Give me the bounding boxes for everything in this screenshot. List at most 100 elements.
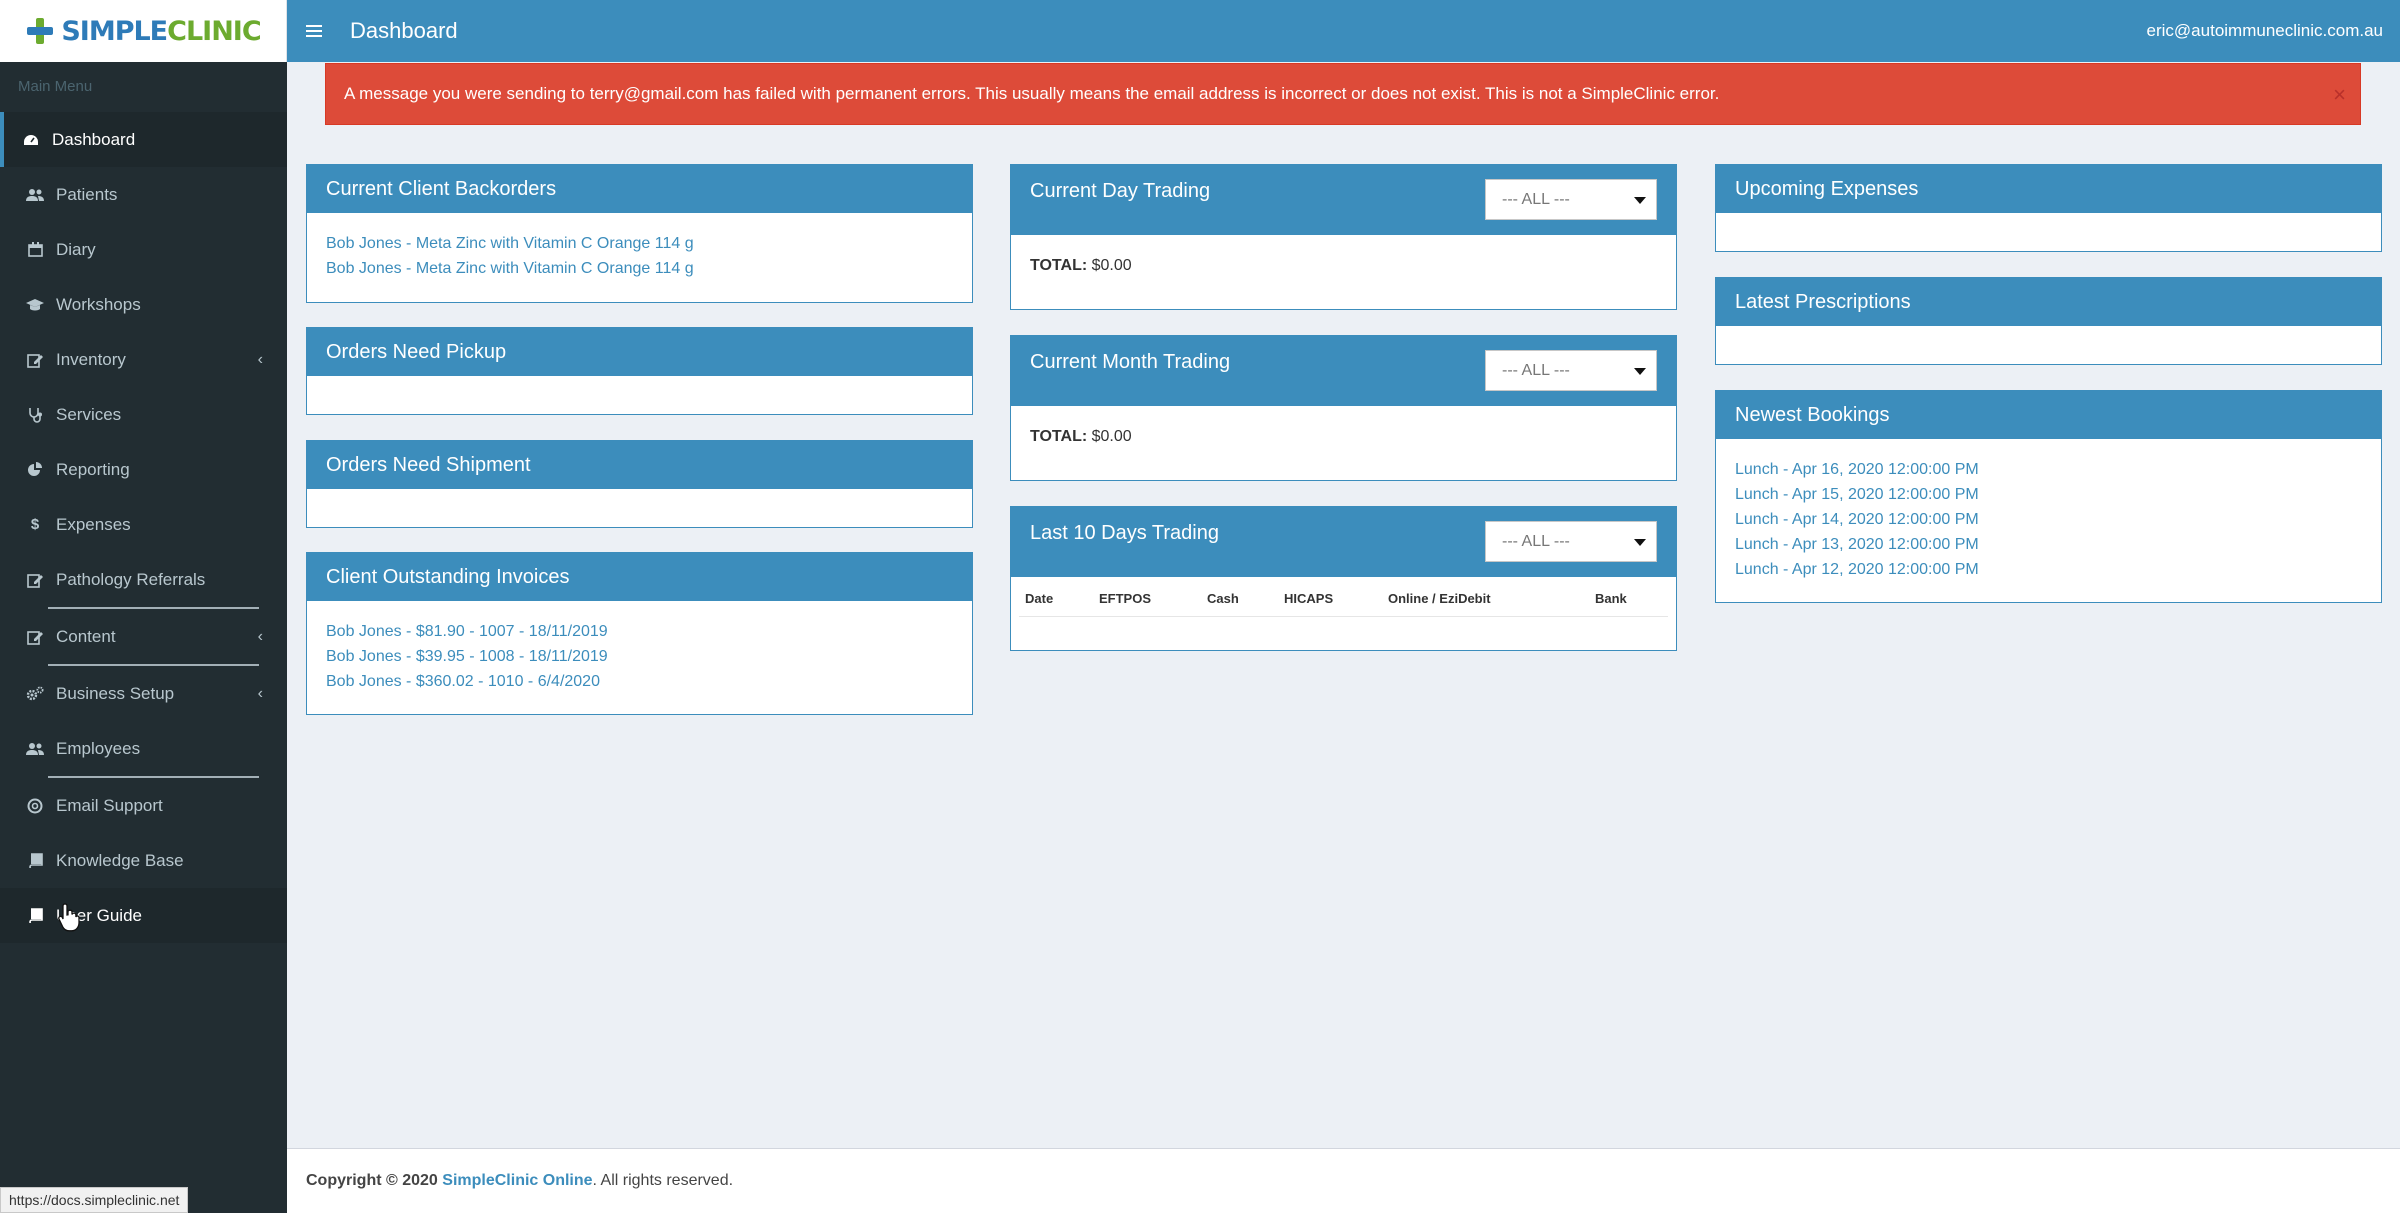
booking-link[interactable]: Lunch - Apr 15, 2020 12:00:00 PM: [1735, 482, 2362, 507]
column-header-date[interactable]: Date: [1019, 581, 1093, 617]
sidebar-item-diary[interactable]: Diary: [0, 222, 287, 277]
sidebar-item-inventory[interactable]: Inventory ‹: [0, 332, 287, 387]
sidebar-item-workshops[interactable]: Workshops: [0, 277, 287, 332]
hand-cursor-icon: [58, 903, 80, 932]
panel-current-month-trading: Current Month Trading --- ALL --- TOTAL:…: [1010, 335, 1677, 481]
calendar-icon: [26, 242, 44, 258]
table-header-row: Date EFTPOS Cash HICAPS Online / EziDebi…: [1019, 581, 1668, 617]
chevron-left-icon: ‹: [257, 627, 263, 645]
panel-outstanding-invoices: Client Outstanding Invoices Bob Jones - …: [306, 552, 973, 715]
column-header-eftpos[interactable]: EFTPOS: [1093, 581, 1201, 617]
close-icon[interactable]: ×: [2333, 82, 2346, 108]
panel-title: Orders Need Pickup: [326, 340, 507, 363]
footer-rights: . All rights reserved.: [592, 1172, 734, 1189]
footer-copyright: Copyright © 2020: [306, 1172, 438, 1189]
panel-orders-need-shipment: Orders Need Shipment: [306, 440, 973, 528]
sidebar-item-label: Pathology Referrals: [56, 569, 206, 589]
app-logo[interactable]: SIMPLECLINIC: [0, 0, 287, 62]
users-icon: [26, 741, 44, 757]
sidebar-item-label: Business Setup: [56, 683, 175, 703]
panel-title: Orders Need Shipment: [326, 453, 531, 476]
status-bar-url: https://docs.simpleclinic.net: [0, 1187, 189, 1213]
page-footer: Copyright © 2020 SimpleClinic Online. Al…: [287, 1148, 2400, 1213]
sidebar-item-employees[interactable]: Employees: [0, 721, 287, 776]
sidebar-item-reporting[interactable]: Reporting: [0, 442, 287, 497]
sidebar-item-label: Workshops: [56, 294, 141, 314]
invoice-link[interactable]: Bob Jones - $81.90 - 1007 - 18/11/2019: [326, 619, 953, 644]
total-value: $0.00: [1091, 257, 1132, 274]
lifebuoy-icon: [26, 798, 44, 814]
panel-body: Date EFTPOS Cash HICAPS Online / EziDebi…: [1011, 577, 1676, 621]
backorder-link[interactable]: Bob Jones - Meta Zinc with Vitamin C Ora…: [326, 256, 953, 281]
sidebar-item-dashboard[interactable]: Dashboard: [0, 112, 287, 167]
booking-link[interactable]: Lunch - Apr 12, 2020 12:00:00 PM: [1735, 557, 2362, 582]
booking-link[interactable]: Lunch - Apr 16, 2020 12:00:00 PM: [1735, 457, 2362, 482]
sidebar-item-services[interactable]: Services: [0, 387, 287, 442]
page-title: Dashboard: [350, 18, 458, 43]
caret-down-icon: [1634, 197, 1646, 204]
column-header-hicaps[interactable]: HICAPS: [1278, 581, 1382, 617]
alert-message: A message you were sending to terry@gmai…: [344, 84, 1720, 103]
sidebar-item-label: Patients: [56, 184, 118, 204]
panel-header: Newest Bookings: [1716, 391, 2381, 439]
panel-last-10-days-trading: Last 10 Days Trading --- ALL --- Date EF…: [1010, 506, 1677, 651]
panel-body: TOTAL: $0.00: [1011, 406, 1676, 466]
sidebar-item-knowledge-base[interactable]: Knowledge Base: [0, 833, 287, 888]
panel-title: Current Day Trading: [1030, 180, 1211, 202]
sidebar-item-expenses[interactable]: $ Expenses: [0, 497, 287, 552]
edit-icon: [26, 629, 44, 645]
booking-link[interactable]: Lunch - Apr 14, 2020 12:00:00 PM: [1735, 507, 2362, 532]
logo-cross-icon: [25, 16, 55, 46]
sidebar-item-label: Expenses: [56, 514, 131, 534]
panel-client-backorders: Current Client Backorders Bob Jones - Me…: [306, 164, 973, 303]
total-label: TOTAL:: [1030, 257, 1088, 274]
panel-header: Current Client Backorders: [307, 165, 972, 213]
sidebar-item-email-support[interactable]: Email Support: [0, 778, 287, 833]
footer-brand-link[interactable]: SimpleClinic Online: [442, 1172, 592, 1190]
panel-title: Current Month Trading: [1030, 351, 1231, 373]
sidebar-item-label: Content: [56, 626, 116, 646]
total-label: TOTAL:: [1030, 428, 1088, 445]
logo-text-clinic: CLINIC: [167, 15, 262, 47]
invoice-link[interactable]: Bob Jones - $360.02 - 1010 - 6/4/2020: [326, 669, 953, 694]
select-value: --- ALL ---: [1502, 361, 1570, 379]
column-header-cash[interactable]: Cash: [1201, 581, 1278, 617]
sidebar-item-content[interactable]: Content ‹: [0, 609, 287, 664]
sidebar-item-label: Reporting: [56, 459, 130, 479]
panel-latest-prescriptions: Latest Prescriptions: [1715, 277, 2382, 365]
caret-down-icon: [1634, 539, 1646, 546]
sidebar-item-label: Inventory: [56, 349, 126, 369]
store-filter-select[interactable]: --- ALL ---: [1485, 521, 1657, 562]
panel-title: Current Client Backorders: [326, 177, 557, 200]
hamburger-menu-icon[interactable]: [306, 22, 322, 40]
top-navbar: Dashboard eric@autoimmuneclinic.com.au: [287, 0, 2400, 62]
panel-upcoming-expenses: Upcoming Expenses: [1715, 164, 2382, 252]
cogs-icon: [26, 686, 44, 702]
column-header-bank[interactable]: Bank: [1589, 581, 1668, 617]
sidebar-item-label: Email Support: [56, 795, 163, 815]
column-header-online[interactable]: Online / EziDebit: [1382, 581, 1589, 617]
user-account-menu[interactable]: eric@autoimmuneclinic.com.au: [2147, 21, 2383, 41]
invoice-link[interactable]: Bob Jones - $39.95 - 1008 - 18/11/2019: [326, 644, 953, 669]
select-value: --- ALL ---: [1502, 532, 1570, 550]
store-filter-select[interactable]: --- ALL ---: [1485, 179, 1657, 220]
panel-header: Orders Need Pickup: [307, 328, 972, 376]
caret-down-icon: [1634, 368, 1646, 375]
panel-current-day-trading: Current Day Trading --- ALL --- TOTAL: $…: [1010, 164, 1677, 310]
sidebar-item-business-setup[interactable]: Business Setup ‹: [0, 666, 287, 721]
booking-link[interactable]: Lunch - Apr 13, 2020 12:00:00 PM: [1735, 532, 2362, 557]
panel-header: Latest Prescriptions: [1716, 278, 2381, 326]
total-line: TOTAL: $0.00: [1030, 428, 1657, 446]
sidebar-item-label: Employees: [56, 738, 141, 758]
panel-body: TOTAL: $0.00: [1011, 235, 1676, 295]
panel-body: Bob Jones - $81.90 - 1007 - 18/11/2019 B…: [307, 601, 972, 714]
panel-header: Client Outstanding Invoices: [307, 553, 972, 601]
book-icon: [26, 908, 44, 924]
store-filter-select[interactable]: --- ALL ---: [1485, 350, 1657, 391]
sidebar-item-patients[interactable]: Patients: [0, 167, 287, 222]
sidebar-item-user-guide[interactable]: User Guide: [0, 888, 287, 943]
sidebar-item-pathology-referrals[interactable]: Pathology Referrals: [0, 552, 287, 607]
panel-header: Upcoming Expenses: [1716, 165, 2381, 213]
backorder-link[interactable]: Bob Jones - Meta Zinc with Vitamin C Ora…: [326, 231, 953, 256]
trading-table: Date EFTPOS Cash HICAPS Online / EziDebi…: [1019, 581, 1668, 617]
